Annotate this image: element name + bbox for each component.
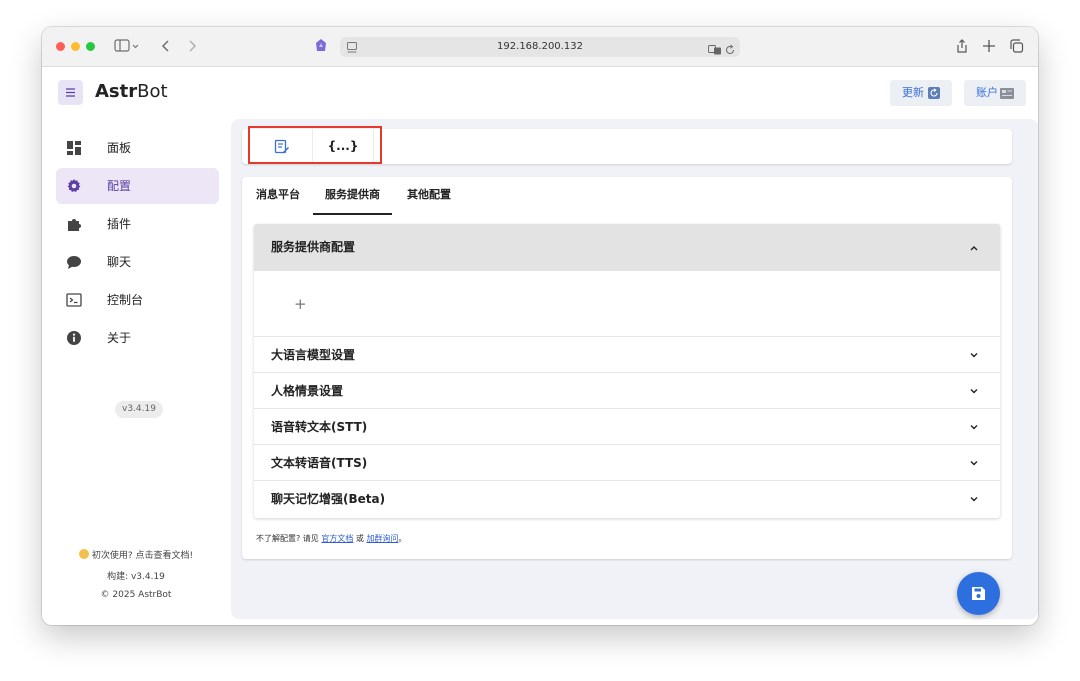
add-provider-button[interactable]: + xyxy=(294,294,307,314)
share-icon[interactable] xyxy=(955,37,969,55)
tab-other[interactable]: 其他配置 xyxy=(407,177,451,213)
sidebar-item-label: 聊天 xyxy=(107,255,132,269)
section-label: 大语言模型设置 xyxy=(271,348,356,362)
copyright: © 2025 AstrBot xyxy=(100,590,172,600)
section-label: 人格情景设置 xyxy=(271,384,344,398)
forward-icon[interactable] xyxy=(186,37,198,55)
section-label: 聊天记忆增强(Beta) xyxy=(271,492,386,506)
section-stt[interactable]: 语音转文本(STT) xyxy=(254,408,1000,445)
back-icon[interactable] xyxy=(160,37,172,55)
sidebar-toggle-icon[interactable] xyxy=(114,37,140,55)
chevron-down-icon xyxy=(970,389,978,394)
url-text: 192.168.200.132 xyxy=(497,41,583,52)
section-llm[interactable]: 大语言模型设置 xyxy=(254,336,1000,373)
update-button[interactable]: 更新 xyxy=(890,80,952,106)
account-icon xyxy=(1000,88,1014,99)
section-persona[interactable]: 人格情景设置 xyxy=(254,372,1000,409)
sidebar-item-label: 插件 xyxy=(107,217,132,231)
provider-config-panel: 服务提供商配置 + 大语言模型设置 人格情景设置 语音转文本(STT) 文本转语… xyxy=(254,224,1000,518)
hint-suffix: 。 xyxy=(398,534,407,543)
version-chip: v3.4.19 xyxy=(115,401,163,418)
first-use-text: 初次使用? 点击查看文档! xyxy=(91,551,194,561)
hint-prefix: 不了解配置? 请见 xyxy=(256,534,319,543)
browser-window: 192.168.200.132 AstrBot 更新 账户 面板 配置 插件 聊… xyxy=(42,27,1038,625)
provider-config-title: 服务提供商配置 xyxy=(271,240,356,254)
visual-editor-tab[interactable] xyxy=(252,129,312,164)
chevron-down-icon xyxy=(970,425,978,430)
code-editor-tab[interactable]: {...} xyxy=(312,129,374,164)
sidebar-item-label: 关于 xyxy=(107,331,132,345)
account-label: 账户 xyxy=(976,86,998,99)
save-icon xyxy=(972,587,985,600)
sidebar-item-chat[interactable]: 聊天 xyxy=(56,244,219,280)
address-bar[interactable]: 192.168.200.132 xyxy=(340,37,740,57)
sidebar-item-label: 控制台 xyxy=(107,293,144,307)
sidebar: 面板 配置 插件 聊天 控制台 关于 v3.4.19 初次使用? 点击查看文档!… xyxy=(42,119,230,625)
hamburger-icon xyxy=(66,88,75,97)
chevron-down-icon xyxy=(970,353,978,358)
brand-bold: Astr xyxy=(95,81,138,102)
sidebar-item-config[interactable]: 配置 xyxy=(56,168,219,204)
brand-rest: Bot xyxy=(137,81,168,102)
chat-icon xyxy=(67,256,81,269)
minimize-window-button[interactable] xyxy=(71,42,80,51)
update-icon xyxy=(928,87,940,99)
join-group-link[interactable]: 加群询问 xyxy=(366,534,398,543)
translate-icon[interactable] xyxy=(708,41,722,60)
edit-form-icon xyxy=(274,139,289,154)
info-icon xyxy=(67,331,81,345)
docs-link[interactable]: 官方文档 xyxy=(321,534,353,543)
sidebar-item-about[interactable]: 关于 xyxy=(56,320,219,356)
sidebar-item-label: 面板 xyxy=(107,141,132,155)
console-icon xyxy=(66,293,82,307)
tab-overview-icon[interactable] xyxy=(1009,37,1025,55)
hint-emoji-icon xyxy=(78,549,89,559)
build-version: 构建: v3.4.19 xyxy=(107,572,165,582)
sidebar-item-dashboard[interactable]: 面板 xyxy=(56,130,219,166)
section-memory[interactable]: 聊天记忆增强(Beta) xyxy=(254,480,1000,517)
config-card: 消息平台 服务提供商 其他配置 服务提供商配置 + 大语言模型设置 人格情景设置 xyxy=(242,177,1012,559)
chevron-up-icon xyxy=(970,246,978,251)
chevron-down-icon xyxy=(970,461,978,466)
editor-mode-switch: {...} xyxy=(242,129,1012,164)
account-button[interactable]: 账户 xyxy=(964,80,1026,106)
close-window-button[interactable] xyxy=(56,42,65,51)
save-button[interactable] xyxy=(957,572,1000,615)
chevron-down-icon xyxy=(970,497,978,502)
zoom-window-button[interactable] xyxy=(86,42,95,51)
puzzle-icon xyxy=(68,219,81,231)
section-label: 文本转语音(TTS) xyxy=(271,456,368,470)
update-label: 更新 xyxy=(902,86,924,99)
section-label: 语音转文本(STT) xyxy=(271,420,368,434)
tab-platforms[interactable]: 消息平台 xyxy=(256,177,300,213)
browser-toolbar: 192.168.200.132 xyxy=(42,27,1038,67)
config-help-hint: 不了解配置? 请见 官方文档 或 加群询问。 xyxy=(256,533,406,545)
first-use-hint[interactable]: 初次使用? 点击查看文档! xyxy=(42,548,230,561)
reload-icon[interactable] xyxy=(724,41,736,60)
new-tab-icon[interactable] xyxy=(982,37,996,55)
app-brand: AstrBot xyxy=(95,80,168,104)
code-editor-label: {...} xyxy=(327,139,359,153)
sidebar-item-plugins[interactable]: 插件 xyxy=(56,206,219,242)
sidebar-item-label: 配置 xyxy=(107,179,132,193)
gear-icon xyxy=(67,179,81,192)
hint-mid: 或 xyxy=(355,534,364,543)
section-tts[interactable]: 文本转语音(TTS) xyxy=(254,444,1000,481)
provider-config-header[interactable]: 服务提供商配置 xyxy=(254,224,1000,271)
app-header: AstrBot 更新 账户 xyxy=(42,67,1038,119)
extension-icon[interactable] xyxy=(313,37,329,55)
main-content: {...} 消息平台 服务提供商 其他配置 服务提供商配置 + 大语言模型设置 … xyxy=(231,119,1038,625)
dashboard-icon xyxy=(67,141,81,155)
menu-toggle-button[interactable] xyxy=(58,80,83,105)
tab-providers[interactable]: 服务提供商 xyxy=(313,177,392,215)
sidebar-item-console[interactable]: 控制台 xyxy=(56,282,219,318)
